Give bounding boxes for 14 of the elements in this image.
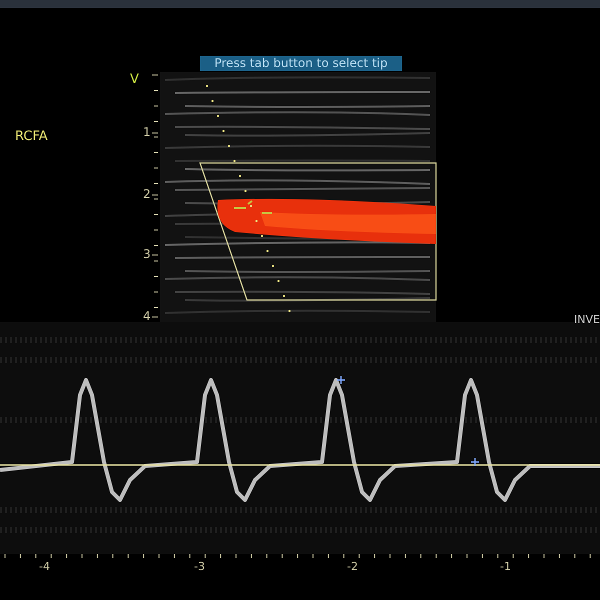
depth-label: 2	[143, 186, 151, 202]
probe-orientation-marker: V	[130, 72, 139, 87]
vessel-label: RCFA	[15, 129, 48, 144]
cursor-icon	[470, 457, 480, 467]
depth-label: 3	[143, 246, 151, 262]
time-axis-label: -2	[347, 560, 358, 573]
time-axis-label: -3	[194, 560, 205, 573]
depth-label: 1	[143, 124, 151, 140]
cursor-icon	[336, 375, 346, 385]
doppler-label: INVE	[574, 313, 600, 326]
depth-label: 4	[143, 308, 151, 324]
time-axis-label: -4	[39, 560, 50, 573]
hint-banner: Press tab button to select tip	[200, 56, 402, 71]
time-axis-label: -1	[500, 560, 511, 573]
